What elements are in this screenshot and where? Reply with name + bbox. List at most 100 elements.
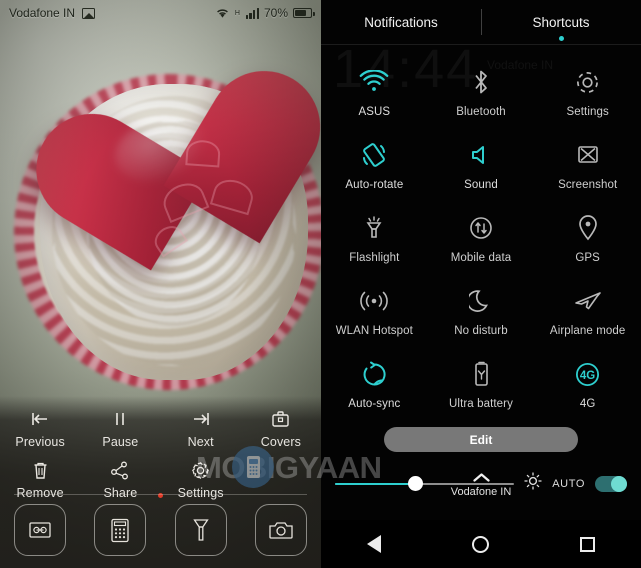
- control-settings[interactable]: Settings: [161, 453, 241, 504]
- qs-tile-4g[interactable]: 4G 4G: [534, 350, 641, 423]
- location-pin-icon: [577, 213, 599, 243]
- mobile-data-icon: [468, 213, 494, 243]
- gear-icon: [574, 67, 601, 97]
- qs-tile-airplane-mode[interactable]: Airplane mode: [534, 277, 641, 350]
- tab-label: Shortcuts: [532, 14, 590, 30]
- gear-icon: [191, 459, 210, 481]
- qs-label: Flashlight: [349, 252, 400, 264]
- edit-button[interactable]: Edit: [384, 427, 578, 452]
- image-icon: [82, 7, 96, 19]
- flashlight-icon[interactable]: [174, 504, 227, 556]
- edit-button-wrapper: Edit: [321, 427, 641, 452]
- qs-tile-flashlight[interactable]: Flashlight: [321, 204, 428, 277]
- sync-icon: [361, 359, 388, 389]
- control-label: Next: [187, 435, 214, 449]
- pause-icon: [112, 408, 128, 430]
- wifi-icon: [359, 67, 389, 97]
- chevron-up-icon: [472, 473, 490, 482]
- tab-shortcuts[interactable]: Shortcuts: [481, 14, 641, 41]
- 4g-icon: 4G: [574, 359, 601, 389]
- control-remove[interactable]: Remove: [0, 453, 80, 504]
- voice-recorder-icon[interactable]: [14, 504, 67, 556]
- control-label: Pause: [102, 435, 139, 449]
- qs-tile-sound[interactable]: Sound: [428, 131, 535, 204]
- qs-label: Ultra battery: [449, 398, 513, 410]
- left-phone-panel: Vodafone IN H 70% Previous Pause Next Co…: [0, 0, 321, 568]
- skip-next-icon: [190, 408, 212, 430]
- qs-tile-wifi[interactable]: ASUS: [321, 58, 428, 131]
- status-bar-right: H 70%: [215, 6, 315, 20]
- qs-label: Airplane mode: [549, 325, 626, 337]
- calculator-icon[interactable]: [94, 504, 147, 556]
- share-icon: [110, 459, 130, 481]
- control-covers[interactable]: Covers: [241, 402, 321, 453]
- right-phone-panel: 14:44 Vodafone IN Notifications Shortcut…: [321, 0, 641, 568]
- qs-label: Sound: [464, 179, 498, 191]
- qs-label: Auto-sync: [348, 398, 401, 410]
- qs-label: Screenshot: [558, 179, 618, 191]
- control-share[interactable]: Share: [80, 453, 160, 504]
- qs-label: ASUS: [358, 106, 391, 118]
- control-pause[interactable]: Pause: [80, 402, 160, 453]
- auto-rotate-icon: [360, 140, 388, 170]
- battery-percent-label: 70%: [263, 6, 288, 20]
- qs-tile-gps[interactable]: GPS: [534, 204, 641, 277]
- control-label: Previous: [15, 435, 65, 449]
- controls-divider: [14, 494, 307, 495]
- qs-tile-no-disturb[interactable]: No disturb: [428, 277, 535, 350]
- qs-tile-settings[interactable]: Settings: [534, 58, 641, 131]
- qs-label: Auto-rotate: [345, 179, 404, 191]
- hotspot-icon: [359, 286, 389, 316]
- qs-label: No disturb: [454, 325, 508, 337]
- control-next[interactable]: Next: [161, 402, 241, 453]
- back-triangle-icon[interactable]: [351, 524, 397, 564]
- phone-screenshot-pair: Vodafone IN H 70% Previous Pause Next Co…: [0, 0, 641, 568]
- qs-tile-ultra-battery[interactable]: Ultra battery: [428, 350, 535, 423]
- qs-label: WLAN Hotspot: [335, 325, 413, 337]
- wallpaper-controls-grid: Previous Pause Next Covers Remove Share …: [0, 396, 321, 504]
- status-bar: Vodafone IN H 70%: [0, 0, 321, 26]
- qs-tile-mobile-data[interactable]: Mobile data: [428, 204, 535, 277]
- trash-icon: [32, 459, 49, 481]
- qs-tile-bluetooth[interactable]: Bluetooth: [428, 58, 535, 131]
- active-tab-indicator-dot: [558, 35, 564, 41]
- recents-square-icon[interactable]: [565, 524, 611, 564]
- wifi-icon: [216, 9, 228, 18]
- qs-tile-wlan-hotspot[interactable]: WLAN Hotspot: [321, 277, 428, 350]
- svg-text:4G: 4G: [580, 370, 595, 382]
- network-type-label: H: [234, 9, 240, 17]
- qs-label: GPS: [575, 252, 600, 264]
- control-empty-slot: [241, 453, 321, 504]
- camera-icon[interactable]: [254, 504, 307, 556]
- panel-tabs: Notifications Shortcuts: [321, 0, 641, 44]
- status-carrier-label: Vodafone IN: [9, 6, 76, 20]
- signal-bars-icon: [245, 7, 259, 19]
- wallpaper-controls-overlay: Previous Pause Next Covers Remove Share …: [0, 396, 321, 568]
- control-previous[interactable]: Previous: [0, 402, 80, 453]
- qs-label: Settings: [566, 106, 609, 118]
- qs-label: Bluetooth: [456, 106, 506, 118]
- qs-tile-auto-sync[interactable]: Auto-sync: [321, 350, 428, 423]
- flashlight-icon: [361, 213, 387, 243]
- tab-label: Notifications: [364, 14, 438, 30]
- panel-collapse-area[interactable]: Vodafone IN: [321, 473, 641, 498]
- android-navigation-bar: [321, 520, 641, 568]
- skip-previous-icon: [29, 408, 51, 430]
- screenshot-icon: [575, 140, 601, 170]
- battery-icon: [293, 8, 315, 18]
- control-label: Covers: [260, 435, 301, 449]
- qs-label: Mobile data: [450, 252, 512, 264]
- quick-settings-grid: ASUS Bluetooth Settings Auto-rotate Soun…: [321, 44, 641, 423]
- tab-notifications[interactable]: Notifications: [321, 15, 481, 30]
- bluetooth-icon: [470, 67, 492, 97]
- status-bar-left: Vodafone IN: [9, 6, 96, 20]
- airplane-icon: [574, 286, 602, 316]
- footer-carrier-label: Vodafone IN: [450, 486, 512, 498]
- app-shortcut-row: [0, 498, 321, 562]
- home-circle-icon[interactable]: [458, 524, 504, 564]
- qs-tile-auto-rotate[interactable]: Auto-rotate: [321, 131, 428, 204]
- briefcase-icon: [271, 408, 290, 430]
- speaker-icon: [469, 140, 493, 170]
- qs-tile-screenshot[interactable]: Screenshot: [534, 131, 641, 204]
- moon-icon: [468, 286, 493, 316]
